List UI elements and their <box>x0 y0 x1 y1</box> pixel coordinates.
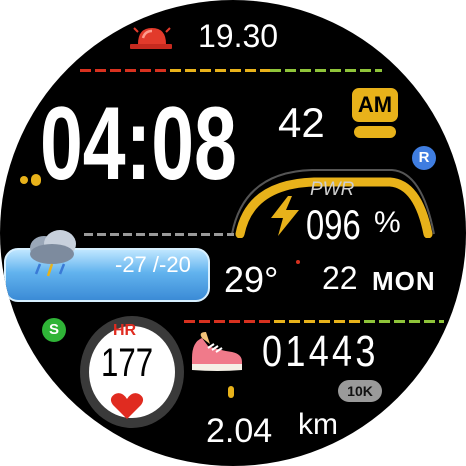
weather-separator <box>84 233 234 236</box>
ampm-underline <box>354 126 396 138</box>
power-label: PWR <box>310 179 355 200</box>
alarm-siren-icon[interactable] <box>128 22 176 52</box>
indicator-dot <box>31 174 41 186</box>
date-day[interactable]: 22 <box>322 262 358 294</box>
center-dot <box>296 260 300 264</box>
heart-icon <box>110 393 144 419</box>
steps-goal-badge: 10K <box>338 380 382 402</box>
distance-unit: km <box>298 408 338 441</box>
heart-rate-label: HR <box>113 322 137 339</box>
ampm-indicator[interactable]: AM <box>352 88 398 122</box>
date-weekday[interactable]: MON <box>372 268 436 294</box>
indicator-dot <box>20 176 28 184</box>
steps-count[interactable]: 01443 <box>262 330 404 374</box>
indicator-dot <box>228 386 234 398</box>
power-unit: % <box>374 206 401 239</box>
s-badge[interactable]: S <box>42 318 66 342</box>
lower-separator-green <box>364 320 444 323</box>
top-separator-red <box>80 69 170 72</box>
ampm-label: AM <box>357 92 393 117</box>
lower-separator-red <box>184 320 274 323</box>
temperature[interactable]: 29° <box>224 262 278 298</box>
watch-face: 19.30 04:08 42 AM R PWR 096 % -27 /-20 2… <box>0 0 466 466</box>
time-seconds: 42 <box>278 99 325 146</box>
rain-cloud-icon <box>30 230 76 277</box>
sneaker-icon <box>192 332 242 371</box>
weather-range: -27 /-20 <box>115 252 191 277</box>
top-separator-yellow <box>170 69 270 72</box>
lower-separator-yellow <box>274 320 364 323</box>
top-separator-green <box>270 69 382 72</box>
alarm-time[interactable]: 19.30 <box>198 20 278 52</box>
power-value[interactable]: 096 <box>306 204 376 246</box>
distance-value[interactable]: 2.04 <box>206 414 272 448</box>
heart-rate-value: 177 <box>101 341 154 385</box>
lightning-bolt-icon <box>271 196 299 236</box>
